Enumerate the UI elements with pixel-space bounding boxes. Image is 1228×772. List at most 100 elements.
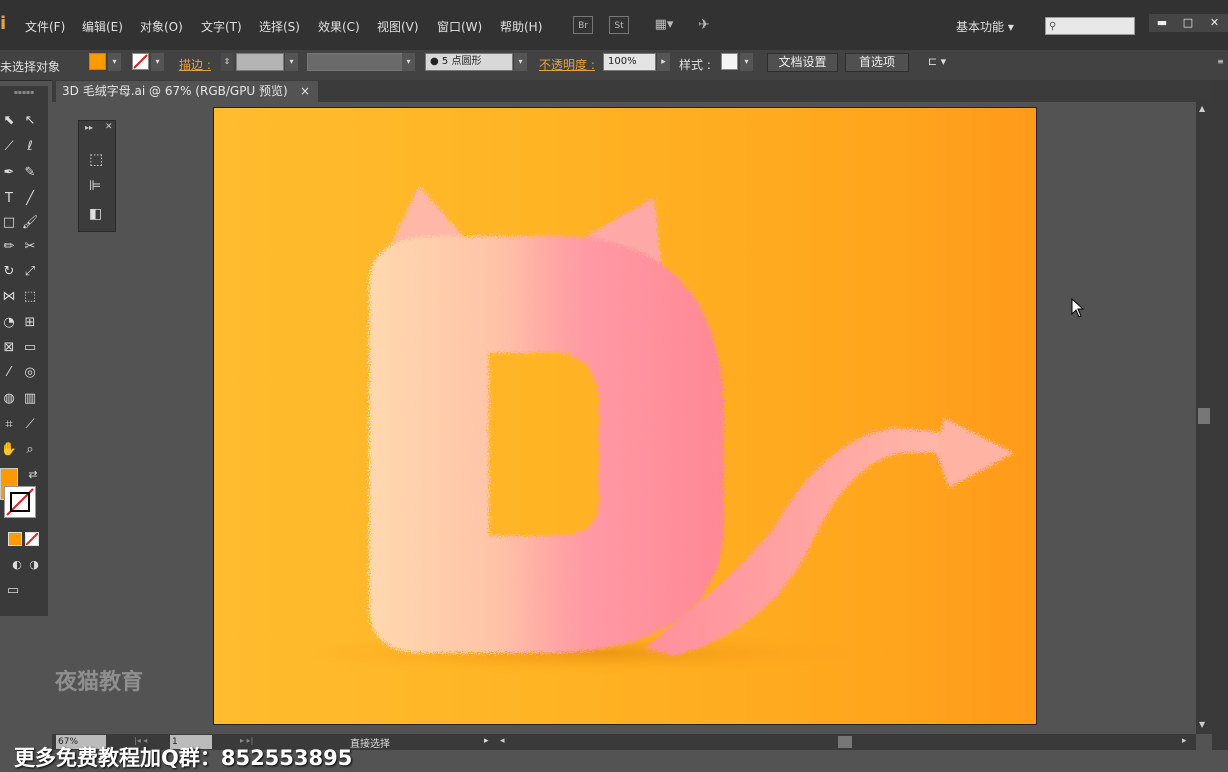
free-transform-tool-icon[interactable]: ⬚ xyxy=(21,288,39,306)
slice-tool-icon[interactable]: ⟋ xyxy=(21,416,39,434)
style-label: 样式 : xyxy=(679,56,711,73)
paintbrush-tool-icon[interactable]: 🖌 xyxy=(21,214,39,232)
hand-tool-icon[interactable]: ✋ xyxy=(0,441,18,459)
graph-tool-icon[interactable]: ▥ xyxy=(21,390,39,408)
stroke-weight-field[interactable] xyxy=(236,53,284,71)
close-panel-icon[interactable]: ✕ xyxy=(105,122,113,132)
right-panel-dock[interactable] xyxy=(1212,80,1228,750)
no-stroke-icon xyxy=(6,488,34,516)
close-button[interactable]: ✕ xyxy=(1201,14,1228,32)
selection-tool-icon[interactable]: ⬉ xyxy=(0,112,18,130)
menu-help[interactable]: 帮助(H) xyxy=(500,18,542,35)
search-input[interactable]: ⚲ xyxy=(1045,17,1135,35)
stock-icon[interactable]: St xyxy=(609,16,629,34)
scroll-up-icon[interactable]: ▲ xyxy=(1199,104,1205,113)
graphic-style-swatch[interactable] xyxy=(721,53,738,70)
style-label-colon: : xyxy=(706,58,711,72)
profile-dropdown[interactable]: ▾ xyxy=(402,53,415,71)
line-tool-icon[interactable]: ╱ xyxy=(21,190,39,208)
document-tab-title: 3D 毛绒字母.ai @ 67% (RGB/GPU 预览) xyxy=(62,84,288,98)
pencil-tool-icon[interactable]: ✏ xyxy=(0,238,18,256)
type-tool-icon[interactable]: T xyxy=(0,190,18,208)
document-tab[interactable]: 3D 毛绒字母.ai @ 67% (RGB/GPU 预览) × xyxy=(56,81,318,102)
stroke-label[interactable]: 描边 : xyxy=(179,56,211,73)
stroke-weight-stepper[interactable]: ⇕ xyxy=(221,53,233,71)
panel-menu-icon[interactable]: ≡ xyxy=(1214,53,1227,71)
scale-tool-icon[interactable]: ⤢ xyxy=(21,263,39,281)
magic-wand-tool-icon[interactable]: ⟋ xyxy=(0,138,18,156)
color-mode-icon[interactable] xyxy=(8,532,22,546)
menu-file[interactable]: 文件(F) xyxy=(25,18,65,35)
horizontal-scroll-thumb[interactable] xyxy=(838,736,852,748)
shape-tool-icon[interactable]: □ xyxy=(0,214,18,232)
draw-inside-icon[interactable]: ◑ xyxy=(25,556,43,574)
vertical-scrollbar[interactable]: ▲ ▼ xyxy=(1196,102,1212,734)
menu-select[interactable]: 选择(S) xyxy=(259,18,300,35)
shape-builder-tool-icon[interactable]: ◔ xyxy=(0,314,18,332)
eyedropper-tool-icon[interactable]: ⁄ xyxy=(0,364,18,382)
opacity-slider-toggle[interactable]: ▸ xyxy=(657,53,670,71)
scroll-right-icon[interactable]: ▸ xyxy=(1182,736,1187,746)
scroll-down-icon[interactable]: ▼ xyxy=(1199,720,1205,729)
draw-mode-icon[interactable]: ◐ xyxy=(8,556,26,574)
stroke-swatch[interactable] xyxy=(132,53,149,70)
menu-edit[interactable]: 编辑(E) xyxy=(82,18,123,35)
horizontal-scrollbar[interactable]: ◂ ▸ xyxy=(498,734,1196,750)
variable-width-profile[interactable] xyxy=(307,53,403,71)
pathfinder-panel-icon[interactable]: ◧ xyxy=(89,206,102,222)
menu-effect[interactable]: 效果(C) xyxy=(318,18,360,35)
fill-dropdown[interactable]: ▾ xyxy=(108,53,121,71)
opacity-label[interactable]: 不透明度 : xyxy=(539,56,595,73)
lasso-tool-icon[interactable]: ℓ xyxy=(21,138,39,156)
none-mode-icon[interactable] xyxy=(25,532,39,546)
status-menu-icon[interactable]: ▸ xyxy=(484,736,489,746)
brush-dropdown[interactable]: ▾ xyxy=(514,53,527,71)
panel-grip[interactable]: ▪▪▪▪▪ xyxy=(0,90,48,96)
document-setup-button[interactable]: 文档设置 xyxy=(767,53,838,72)
curvature-tool-icon[interactable]: ✎ xyxy=(21,164,39,182)
menu-view[interactable]: 视图(V) xyxy=(377,18,419,35)
mesh-tool-icon[interactable]: ⊠ xyxy=(0,339,18,357)
scroll-left-icon[interactable]: ◂ xyxy=(500,736,505,746)
maximize-button[interactable]: □ xyxy=(1175,14,1201,32)
workspace-switcher[interactable]: 基本功能 ▾ xyxy=(956,18,1014,35)
menu-type[interactable]: 文字(T) xyxy=(201,18,242,35)
symbol-sprayer-tool-icon[interactable]: ◍ xyxy=(0,390,18,408)
artboard-tool-icon[interactable]: ⌗ xyxy=(0,416,18,434)
menu-window[interactable]: 窗口(W) xyxy=(437,18,482,35)
gradient-tool-icon[interactable]: ▭ xyxy=(21,339,39,357)
floating-panel: ▸▸ ✕ ⬚ ⊫ ◧ xyxy=(78,120,116,232)
gpu-performance-icon[interactable]: ✈ xyxy=(694,16,714,34)
direct-selection-tool-icon[interactable]: ↖ xyxy=(21,112,39,130)
stroke-dropdown[interactable]: ▾ xyxy=(151,53,164,71)
rotate-tool-icon[interactable]: ↻ xyxy=(0,263,18,281)
opacity-input[interactable]: 100% xyxy=(603,53,656,71)
width-tool-icon[interactable]: ⋈ xyxy=(0,288,18,306)
tail-tip xyxy=(936,418,1014,488)
scissors-tool-icon[interactable]: ✂ xyxy=(21,238,39,256)
menu-object[interactable]: 对象(O) xyxy=(140,18,183,35)
stroke-color-box[interactable] xyxy=(4,486,36,518)
artboard[interactable] xyxy=(213,107,1037,725)
pen-tool-icon[interactable]: ✒ xyxy=(0,164,18,182)
bridge-icon[interactable]: Br xyxy=(573,16,593,34)
screen-mode-icon[interactable]: ▭ xyxy=(4,582,22,600)
document-tab-close[interactable]: × xyxy=(300,81,310,101)
minimize-button[interactable]: ▬ xyxy=(1149,14,1175,32)
current-tool-status: 直接选择 xyxy=(350,739,390,750)
style-dropdown[interactable]: ▾ xyxy=(740,53,753,71)
arrange-documents-icon[interactable]: ▦▾ xyxy=(650,16,678,34)
collapse-panel-icon[interactable]: ▸▸ xyxy=(85,123,93,132)
preferences-button[interactable]: 首选项 xyxy=(845,53,909,72)
blend-tool-icon[interactable]: ◎ xyxy=(21,364,39,382)
perspective-grid-tool-icon[interactable]: ⊞ xyxy=(21,314,39,332)
vertical-scroll-thumb[interactable] xyxy=(1198,408,1210,424)
transform-panel-icon[interactable]: ⬚ xyxy=(89,150,103,168)
swap-colors-icon[interactable]: ⇄ xyxy=(24,466,42,484)
brush-definition[interactable]: ● 5 点圆形 xyxy=(425,53,513,71)
zoom-tool-icon[interactable]: ⌕ xyxy=(21,441,39,459)
align-panel-icon[interactable]: ⊫ xyxy=(89,178,101,194)
fill-swatch[interactable] xyxy=(89,53,106,70)
arrange-icon[interactable]: ⊏ ▾ xyxy=(920,53,954,71)
stroke-weight-dropdown[interactable]: ▾ xyxy=(285,53,298,71)
